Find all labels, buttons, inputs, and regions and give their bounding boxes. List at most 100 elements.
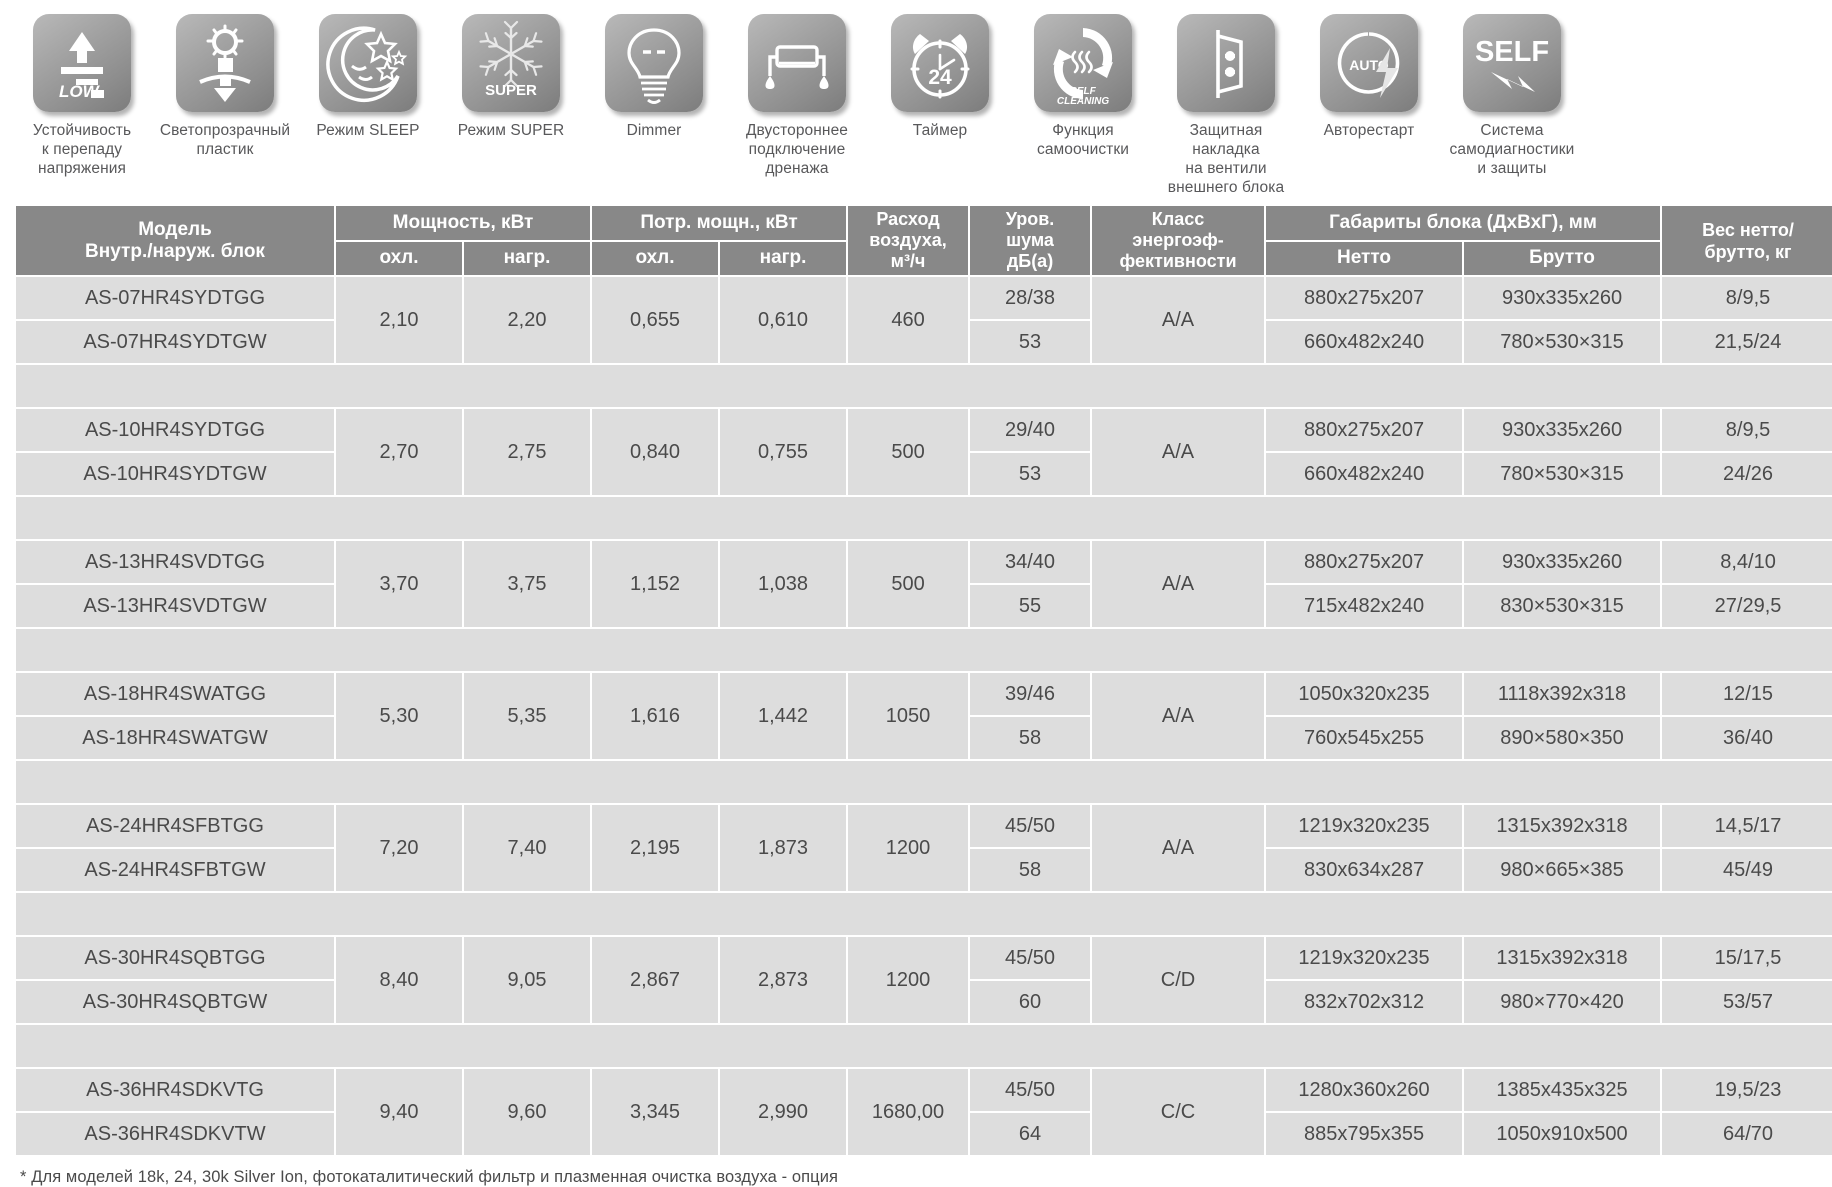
dimmer-icon bbox=[605, 14, 703, 112]
cell-power_cool: 7,20 bbox=[336, 805, 462, 891]
feature-item: SUPER Режим SUPER bbox=[443, 14, 579, 140]
cell-weight_outdoor: 24/26 bbox=[1662, 453, 1832, 495]
header-power-cool: охл. bbox=[336, 241, 462, 275]
cell-noise_indoor: 45/50 bbox=[970, 805, 1091, 847]
cell-weight_outdoor: 21,5/24 bbox=[1662, 321, 1832, 363]
table-row: AS-24HR4SFBTGG 7,20 7,40 2,195 1,873 1200 45/5… bbox=[16, 805, 1832, 891]
cell-power_heat: 2,20 bbox=[464, 277, 591, 363]
icon-text-low: LOW bbox=[59, 82, 101, 101]
feature-item: Режим SLEEP bbox=[300, 14, 436, 140]
translucent-plastic-icon bbox=[176, 14, 274, 112]
sleep-mode-icon bbox=[319, 14, 417, 112]
header-consumption: Потр. мощн., кВт bbox=[592, 206, 847, 240]
cell-airflow: 1200 bbox=[848, 805, 969, 891]
cell-noise_outdoor: 58 bbox=[970, 849, 1091, 891]
row-separator bbox=[16, 893, 1832, 935]
row-separator-cell bbox=[16, 1025, 1832, 1067]
cell-cons_cool: 2,867 bbox=[592, 937, 719, 1023]
feature-label: Светопрозрачный пластик bbox=[159, 122, 291, 158]
cell-power_cool: 5,30 bbox=[336, 673, 462, 759]
icon-text-self: SELF bbox=[1475, 36, 1549, 68]
cell-model_outdoor: AS-10HR4SYDTGW bbox=[16, 453, 334, 495]
cell-model_indoor: AS-30HR4SQBTGG bbox=[16, 937, 334, 979]
cell-net_outdoor: 660x482x240 bbox=[1266, 453, 1463, 495]
super-mode-icon: SUPER bbox=[462, 14, 560, 112]
feature-label: Функция самоочистки bbox=[1036, 122, 1130, 158]
row-separator bbox=[16, 629, 1832, 671]
row-separator-cell bbox=[16, 497, 1832, 539]
row-separator-cell bbox=[16, 365, 1832, 407]
cell-gross_outdoor: 1050x910x500 bbox=[1464, 1113, 1661, 1155]
cell-noise_indoor: 34/40 bbox=[970, 541, 1091, 583]
cell-power_heat: 7,40 bbox=[464, 805, 591, 891]
cell-weight_outdoor: 27/29,5 bbox=[1662, 585, 1832, 627]
cell-energy_class: C/C bbox=[1092, 1069, 1265, 1155]
cell-cons_heat: 0,610 bbox=[720, 277, 847, 363]
cell-airflow: 1200 bbox=[848, 937, 969, 1023]
cell-cons_heat: 1,442 bbox=[720, 673, 847, 759]
cell-model_outdoor: AS-07HR4SYDTGW bbox=[16, 321, 334, 363]
cell-gross_indoor: 930x335x260 bbox=[1464, 277, 1661, 319]
cell-power_cool: 2,10 bbox=[336, 277, 462, 363]
cell-airflow: 500 bbox=[848, 541, 969, 627]
cell-net_indoor: 880x275x207 bbox=[1266, 541, 1463, 583]
cell-noise_outdoor: 53 bbox=[970, 321, 1091, 363]
header-energy-class: Класс энергоэф- фективности bbox=[1092, 206, 1265, 275]
feature-item: SELF SELF Система самодиагностики и защи… bbox=[1444, 14, 1580, 178]
cell-model_outdoor: AS-13HR4SVDTGW bbox=[16, 585, 334, 627]
cell-gross_outdoor: 980×770×420 bbox=[1464, 981, 1661, 1023]
feature-item: SELF CLEANING Функция самоочистки bbox=[1015, 14, 1151, 159]
cell-gross_indoor: 1118x392x318 bbox=[1464, 673, 1661, 715]
cell-gross_indoor: 1315x392x318 bbox=[1464, 937, 1661, 979]
cell-net_outdoor: 885x795x355 bbox=[1266, 1113, 1463, 1155]
timer-icon: 24 bbox=[891, 14, 989, 112]
cell-net_indoor: 1219x320x235 bbox=[1266, 805, 1463, 847]
cell-net_indoor: 880x275x207 bbox=[1266, 409, 1463, 451]
row-separator bbox=[16, 497, 1832, 539]
cell-airflow: 1050 bbox=[848, 673, 969, 759]
cell-cons_cool: 0,655 bbox=[592, 277, 719, 363]
row-separator-cell bbox=[16, 629, 1832, 671]
cell-noise_indoor: 45/50 bbox=[970, 937, 1091, 979]
header-power-heat: нагр. bbox=[464, 241, 591, 275]
cell-model_indoor: AS-36HR4SDKVTG bbox=[16, 1069, 334, 1111]
feature-icon-strip: LOW Устойчивость к перепаду напряжения С… bbox=[14, 0, 1818, 200]
header-power: Мощность, кВт bbox=[336, 206, 591, 240]
cell-energy_class: A/A bbox=[1092, 541, 1265, 627]
cell-noise_indoor: 45/50 bbox=[970, 1069, 1091, 1111]
cell-net_outdoor: 832x702x312 bbox=[1266, 981, 1463, 1023]
spec-sheet-page: LOW Устойчивость к перепаду напряжения С… bbox=[0, 0, 1832, 1186]
feature-label: Режим SUPER bbox=[457, 122, 565, 139]
cell-net_outdoor: 715x482x240 bbox=[1266, 585, 1463, 627]
cell-gross_indoor: 930x335x260 bbox=[1464, 409, 1661, 451]
cell-energy_class: A/A bbox=[1092, 805, 1265, 891]
cell-cons_cool: 1,152 bbox=[592, 541, 719, 627]
feature-item: Защитная накладка на вентили внешнего бл… bbox=[1158, 14, 1294, 197]
header-consumption-heat: нагр. bbox=[720, 241, 847, 275]
header-model: Модель Внутр./наруж. блок bbox=[16, 206, 334, 275]
cell-airflow: 500 bbox=[848, 409, 969, 495]
cell-weight_outdoor: 45/49 bbox=[1662, 849, 1832, 891]
cell-weight_indoor: 19,5/23 bbox=[1662, 1069, 1832, 1111]
header-noise: Уров. шума дБ(а) bbox=[970, 206, 1091, 275]
cell-noise_outdoor: 58 bbox=[970, 717, 1091, 759]
cell-model_indoor: AS-18HR4SWATGG bbox=[16, 673, 334, 715]
cell-net_outdoor: 760x545x255 bbox=[1266, 717, 1463, 759]
feature-item: Светопрозрачный пластик bbox=[157, 14, 293, 159]
cell-weight_indoor: 15/17,5 bbox=[1662, 937, 1832, 979]
cell-power_heat: 2,75 bbox=[464, 409, 591, 495]
table-body: AS-07HR4SYDTGG 2,10 2,20 0,655 0,610 460 28/38… bbox=[16, 277, 1832, 1155]
voltage-stability-icon: LOW bbox=[33, 14, 131, 112]
feature-label: Таймер bbox=[912, 122, 968, 139]
cell-weight_outdoor: 53/57 bbox=[1662, 981, 1832, 1023]
table-header-row-1: Модель Внутр./наруж. блок Мощность, кВт … bbox=[16, 206, 1832, 275]
footnote: * Для моделей 18k, 24, 30k Silver Ion, ф… bbox=[20, 1168, 839, 1186]
table-row: AS-13HR4SVDTGG 3,70 3,75 1,152 1,038 500 34/40… bbox=[16, 541, 1832, 627]
feature-item: Двустороннее подключение дренажа bbox=[729, 14, 865, 178]
header-consumption-cool: охл. bbox=[592, 241, 719, 275]
cell-cons_cool: 3,345 bbox=[592, 1069, 719, 1155]
feature-label: Устойчивость к перепаду напряжения bbox=[32, 122, 132, 177]
cell-model_outdoor: AS-24HR4SFBTGW bbox=[16, 849, 334, 891]
cell-model_outdoor: AS-18HR4SWATGW bbox=[16, 717, 334, 759]
header-dimensions-gross: Брутто bbox=[1464, 241, 1661, 275]
